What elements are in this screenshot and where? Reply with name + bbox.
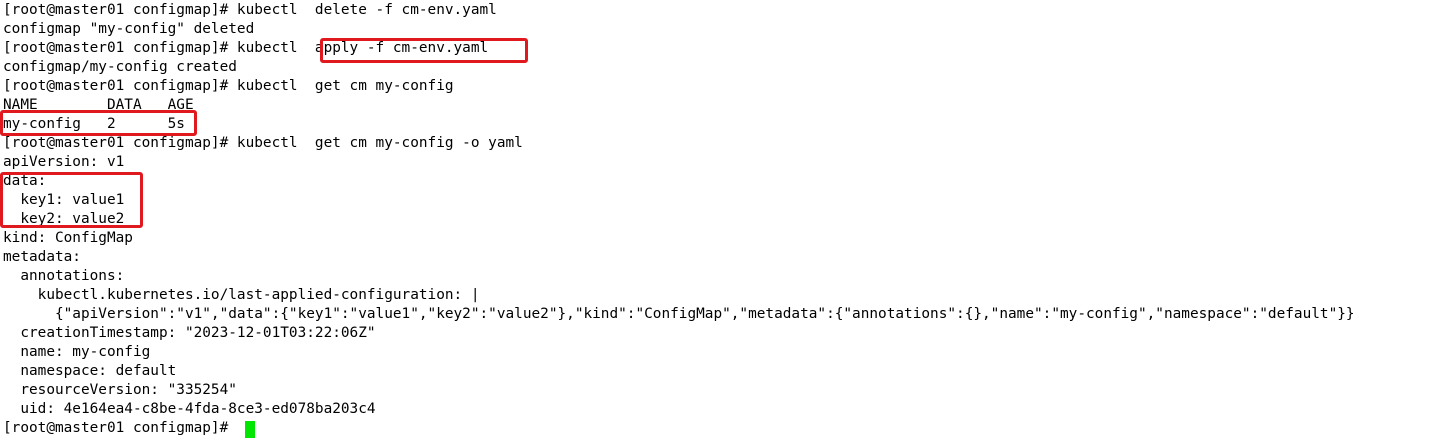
terminal-cursor — [245, 421, 255, 438]
terminal-line: [root@master01 configmap]# kubectl get c… — [3, 135, 523, 151]
terminal-line: kind: ConfigMap — [3, 230, 133, 246]
terminal-window[interactable]: [root@master01 configmap]# kubectl delet… — [0, 0, 1439, 442]
terminal-line: metadata: — [3, 249, 81, 265]
terminal-line: {"apiVersion":"v1","data":{"key1":"value… — [3, 306, 1355, 322]
terminal-line: namespace: default — [3, 363, 177, 379]
terminal-line: apiVersion: v1 — [3, 154, 125, 170]
terminal-line: configmap/my-config created — [3, 59, 237, 75]
terminal-line: uid: 4e164ea4-c8be-4fda-8ce3-ed078ba203c… — [3, 401, 376, 417]
terminal-line: configmap "my-config" deleted — [3, 21, 255, 37]
highlight-box-apply — [320, 38, 528, 63]
terminal-line: [root@master01 configmap]# kubectl delet… — [3, 2, 497, 18]
terminal-line: annotations: — [3, 268, 125, 284]
highlight-box-data — [0, 172, 143, 228]
terminal-prompt: [root@master01 configmap]# — [3, 420, 237, 436]
terminal-line: kubectl.kubernetes.io/last-applied-confi… — [3, 287, 480, 303]
terminal-line: name: my-config — [3, 344, 151, 360]
highlight-box-cm-row — [0, 110, 197, 136]
terminal-line: creationTimestamp: "2023-12-01T03:22:06Z… — [3, 325, 376, 341]
terminal-line: resourceVersion: "335254" — [3, 382, 237, 398]
terminal-line: [root@master01 configmap]# kubectl get c… — [3, 78, 454, 94]
